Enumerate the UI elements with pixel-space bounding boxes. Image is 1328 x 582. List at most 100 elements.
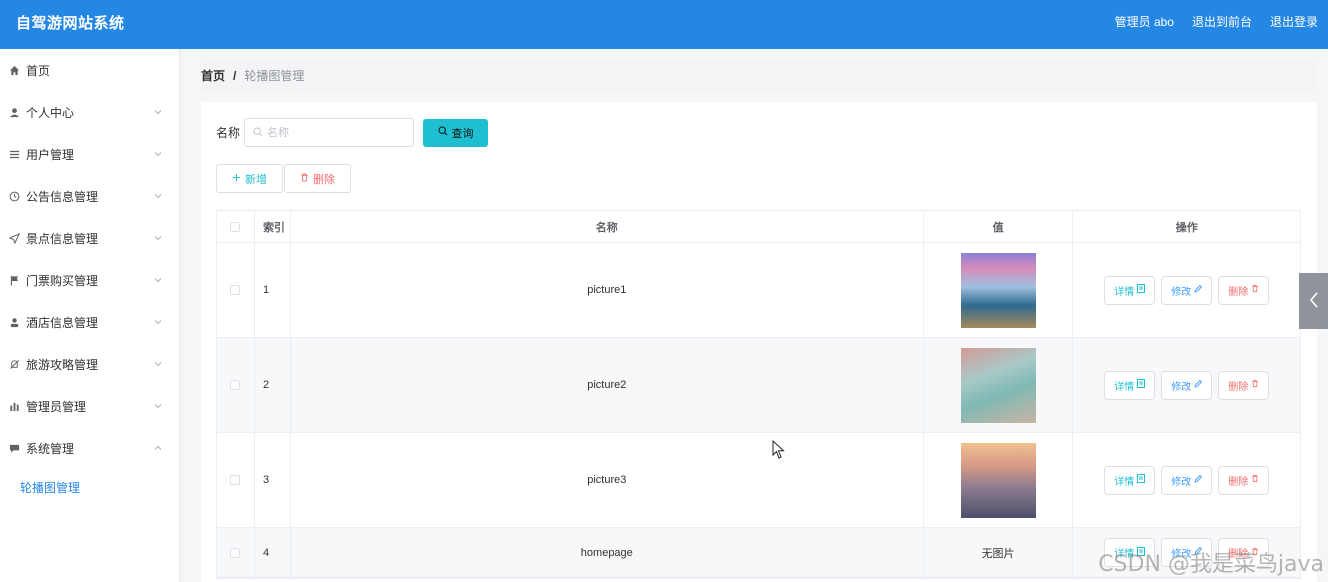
flag-icon bbox=[8, 274, 20, 286]
header-index: 索引 bbox=[255, 211, 291, 242]
back-to-front-link[interactable]: 退出到前台 bbox=[1192, 13, 1252, 30]
chat-icon bbox=[8, 442, 20, 454]
edit-button[interactable]: 修改 bbox=[1161, 275, 1213, 305]
sidebar-item-ticket-management[interactable]: 门票购买管理 bbox=[0, 259, 179, 301]
sidebar-item-label: 首页 bbox=[26, 63, 51, 78]
search-field[interactable] bbox=[244, 118, 415, 147]
carousel-thumbnail bbox=[960, 347, 1036, 423]
delete-label: 删除 bbox=[1228, 381, 1249, 393]
row-checkbox[interactable] bbox=[230, 285, 241, 295]
sidebar-item-guide-management[interactable]: 旅游攻略管理 bbox=[0, 343, 179, 385]
trash-icon bbox=[300, 172, 309, 185]
search-input[interactable] bbox=[267, 126, 398, 139]
sidebar-item-label: 用户管理 bbox=[26, 147, 75, 162]
sidebar-item-label: 旅游攻略管理 bbox=[26, 357, 99, 372]
breadcrumb-home[interactable]: 首页 bbox=[201, 67, 225, 84]
row-name: picture2 bbox=[291, 338, 924, 432]
row-name: picture1 bbox=[291, 243, 924, 337]
sidebar-item-user-management[interactable]: 用户管理 bbox=[0, 133, 179, 175]
sidebar-subitem-carousel[interactable]: 轮播图管理 bbox=[0, 469, 179, 505]
chevron-down-icon bbox=[153, 274, 163, 284]
row-checkbox-cell bbox=[217, 528, 255, 577]
row-value-cell bbox=[924, 433, 1074, 527]
trash-icon bbox=[1251, 474, 1259, 486]
side-drawer-toggle[interactable] bbox=[1299, 273, 1328, 329]
plus-icon bbox=[232, 173, 241, 185]
row-index: 2 bbox=[255, 338, 291, 432]
list-icon bbox=[8, 148, 20, 160]
query-button[interactable]: 查询 bbox=[423, 118, 489, 147]
chevron-up-icon bbox=[153, 442, 163, 452]
sidebar-item-personal-center[interactable]: 个人中心 bbox=[0, 91, 179, 133]
batch-delete-button[interactable]: 删除 bbox=[284, 164, 351, 193]
row-value-cell bbox=[924, 338, 1074, 432]
bell-off-icon bbox=[8, 358, 20, 370]
query-button-label: 查询 bbox=[451, 127, 474, 140]
header-name: 名称 bbox=[291, 211, 924, 242]
action-bar: 新增 删除 bbox=[216, 164, 351, 193]
add-button[interactable]: 新增 bbox=[216, 164, 283, 193]
detail-button[interactable]: 详情 bbox=[1104, 370, 1156, 400]
detail-button[interactable]: 详情 bbox=[1104, 465, 1156, 495]
row-index: 3 bbox=[255, 433, 291, 527]
edit-button[interactable]: 修改 bbox=[1161, 465, 1213, 495]
search-label: 名称 bbox=[216, 126, 241, 140]
row-checkbox-cell bbox=[217, 433, 255, 527]
breadcrumb-current: 轮播图管理 bbox=[244, 69, 305, 83]
sidebar-item-admin-management[interactable]: 管理员管理 bbox=[0, 385, 179, 427]
main-content: 首页 / 轮播图管理 名称 查询 bbox=[181, 49, 1328, 582]
sidebar-item-home[interactable]: 首页 bbox=[0, 49, 179, 91]
row-name: picture3 bbox=[291, 433, 924, 527]
chevron-down-icon bbox=[153, 148, 163, 158]
row-checkbox-cell bbox=[217, 243, 255, 337]
pencil-icon bbox=[1194, 284, 1203, 296]
admin-user-label: 管理员 abo bbox=[1114, 15, 1174, 29]
carousel-thumbnail bbox=[960, 442, 1036, 518]
top-header: 自驾游网站系统 管理员 abo 退出到前台 退出登录 bbox=[0, 0, 1328, 49]
row-index: 1 bbox=[255, 243, 291, 337]
delete-button[interactable]: 删除 bbox=[1218, 465, 1270, 495]
edit-button[interactable]: 修改 bbox=[1161, 370, 1213, 400]
header-ops: 操作 bbox=[1175, 221, 1198, 234]
app-title: 自驾游网站系统 bbox=[16, 15, 125, 32]
chevron-down-icon bbox=[153, 358, 163, 368]
logout-link[interactable]: 退出登录 bbox=[1270, 13, 1318, 30]
sidebar-item-label: 个人中心 bbox=[26, 105, 75, 120]
detail-label: 详情 bbox=[1114, 381, 1135, 393]
document-icon bbox=[1137, 474, 1146, 486]
breadcrumb-separator: / bbox=[233, 68, 237, 83]
send-icon bbox=[8, 232, 20, 244]
mouse-cursor-icon bbox=[772, 439, 786, 463]
header-actions: 管理员 abo 退出到前台 退出登录 bbox=[1115, 13, 1318, 30]
select-all-checkbox[interactable] bbox=[230, 221, 241, 232]
sidebar-item-label: 管理员管理 bbox=[26, 399, 87, 414]
clock-icon bbox=[8, 190, 20, 202]
header-value: 值 bbox=[924, 211, 1074, 242]
home-icon bbox=[8, 64, 20, 76]
document-icon bbox=[1137, 284, 1146, 296]
pencil-icon bbox=[1194, 379, 1203, 391]
chevron-down-icon bbox=[153, 400, 163, 410]
row-ops: 详情 修改 删除 bbox=[1073, 433, 1300, 527]
chevron-down-icon bbox=[153, 190, 163, 200]
search-icon bbox=[438, 126, 448, 139]
detail-button[interactable]: 详情 bbox=[1104, 275, 1156, 305]
row-checkbox[interactable] bbox=[230, 475, 241, 485]
edit-label: 修改 bbox=[1171, 476, 1192, 488]
sidebar-item-notice-management[interactable]: 公告信息管理 bbox=[0, 175, 179, 217]
row-checkbox[interactable] bbox=[230, 547, 241, 558]
sidebar-item-scenic-management[interactable]: 景点信息管理 bbox=[0, 217, 179, 259]
sidebar-item-hotel-management[interactable]: 酒店信息管理 bbox=[0, 301, 179, 343]
delete-button[interactable]: 删除 bbox=[1218, 370, 1270, 400]
header-checkbox-cell bbox=[217, 211, 255, 242]
bar-chart-icon bbox=[8, 400, 20, 412]
chevron-down-icon bbox=[153, 106, 163, 116]
sidebar: 首页 个人中心 用户管理 公告信息管理 景点信息管理 门票购买管理 酒店信息管理… bbox=[0, 49, 180, 582]
carousel-thumbnail bbox=[960, 252, 1036, 328]
sidebar-item-label: 酒店信息管理 bbox=[26, 315, 99, 330]
chevron-left-icon bbox=[1308, 291, 1320, 312]
sidebar-item-system-management[interactable]: 系统管理 bbox=[0, 427, 179, 469]
row-checkbox[interactable] bbox=[230, 380, 241, 390]
table-row: 3 picture3 详情 修改 删除 bbox=[217, 433, 1300, 528]
delete-button[interactable]: 删除 bbox=[1218, 275, 1270, 305]
